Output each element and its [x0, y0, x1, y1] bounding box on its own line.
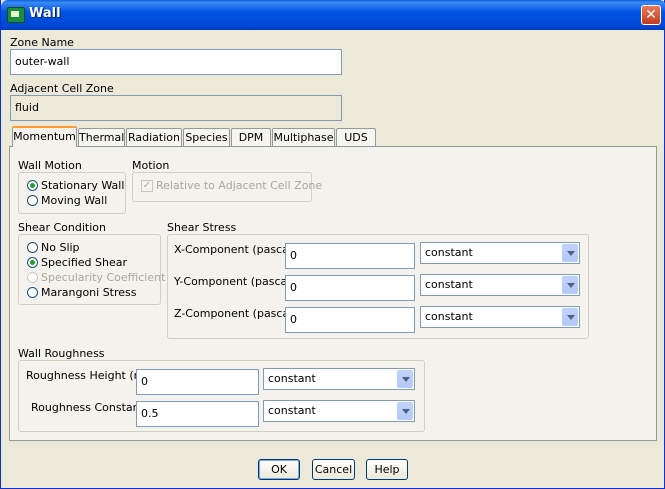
chevron-down-icon[interactable] — [397, 402, 413, 420]
title-bar[interactable]: Wall ✕ — [1, 0, 665, 30]
tab-species[interactable]: Species — [183, 128, 230, 146]
roughness-constant-label: Roughness Constant — [31, 401, 144, 414]
z-component-label: Z-Component (pascal) — [174, 307, 297, 320]
specified-shear-radio[interactable] — [27, 257, 38, 268]
wall-dialog: Wall ✕ Zone Name outer-wall Adjacent Cel… — [0, 0, 665, 489]
relative-motion-checkbox: ✓ — [141, 180, 153, 192]
x-component-input[interactable]: 0 — [285, 243, 415, 269]
relative-motion-label: Relative to Adjacent Cell Zone — [156, 179, 323, 192]
specified-shear-label[interactable]: Specified Shear — [41, 256, 127, 269]
y-component-input[interactable]: 0 — [285, 275, 415, 301]
wall-motion-label: Wall Motion — [18, 159, 82, 172]
help-button[interactable]: Help — [366, 459, 408, 480]
y-component-method-select[interactable]: constant — [420, 274, 580, 296]
marangoni-stress-radio[interactable] — [27, 287, 38, 298]
close-button[interactable]: ✕ — [641, 5, 661, 25]
x-component-label: X-Component (pascal) — [174, 243, 297, 256]
stationary-wall-radio[interactable] — [27, 180, 38, 191]
shear-condition-label: Shear Condition — [18, 221, 106, 234]
adjacent-cell-zone-field: fluid — [10, 95, 342, 121]
z-component-input[interactable]: 0 — [285, 307, 415, 333]
chevron-down-icon[interactable] — [562, 276, 578, 294]
tab-uds[interactable]: UDS — [336, 128, 376, 146]
x-component-method-value: constant — [425, 246, 473, 259]
tab-dpm[interactable]: DPM — [231, 128, 271, 146]
adjacent-cell-zone-label: Adjacent Cell Zone — [10, 82, 114, 95]
app-icon — [7, 7, 25, 23]
motion-label: Motion — [132, 159, 170, 172]
roughness-height-method-select[interactable]: constant — [263, 368, 415, 390]
roughness-constant-input[interactable]: 0.5 — [136, 401, 259, 427]
zone-name-input[interactable]: outer-wall — [10, 49, 342, 75]
y-component-label: Y-Component (pascal) — [174, 275, 295, 288]
z-component-method-select[interactable]: constant — [420, 306, 580, 328]
chevron-down-icon[interactable] — [397, 370, 413, 388]
moving-wall-radio[interactable] — [27, 195, 38, 206]
ok-button[interactable]: OK — [258, 459, 300, 480]
tab-multiphase[interactable]: Multiphase — [272, 128, 335, 146]
chevron-down-icon[interactable] — [562, 244, 578, 262]
cancel-button[interactable]: Cancel — [312, 459, 355, 480]
tab-radiation[interactable]: Radiation — [126, 128, 182, 146]
no-slip-label[interactable]: No Slip — [41, 241, 80, 254]
specularity-coefficient-radio — [27, 272, 38, 283]
zone-name-label: Zone Name — [10, 36, 74, 49]
tab-thermal[interactable]: Thermal — [78, 128, 125, 146]
x-component-method-select[interactable]: constant — [420, 242, 580, 264]
marangoni-stress-label[interactable]: Marangoni Stress — [41, 286, 137, 299]
roughness-constant-method-value: constant — [268, 404, 316, 417]
moving-wall-label[interactable]: Moving Wall — [41, 194, 107, 207]
window-title: Wall — [29, 6, 61, 21]
y-component-method-value: constant — [425, 278, 473, 291]
roughness-height-input[interactable]: 0 — [136, 369, 259, 395]
stationary-wall-label[interactable]: Stationary Wall — [41, 179, 124, 192]
z-component-method-value: constant — [425, 310, 473, 323]
roughness-constant-method-select[interactable]: constant — [263, 400, 415, 422]
roughness-height-method-value: constant — [268, 372, 316, 385]
shear-stress-label: Shear Stress — [167, 221, 237, 234]
roughness-height-label: Roughness Height (m) — [26, 369, 149, 382]
specularity-coefficient-label: Specularity Coefficient — [41, 271, 166, 284]
chevron-down-icon[interactable] — [562, 308, 578, 326]
no-slip-radio[interactable] — [27, 242, 38, 253]
tab-momentum[interactable]: Momentum — [12, 126, 77, 147]
wall-roughness-label: Wall Roughness — [18, 347, 105, 360]
